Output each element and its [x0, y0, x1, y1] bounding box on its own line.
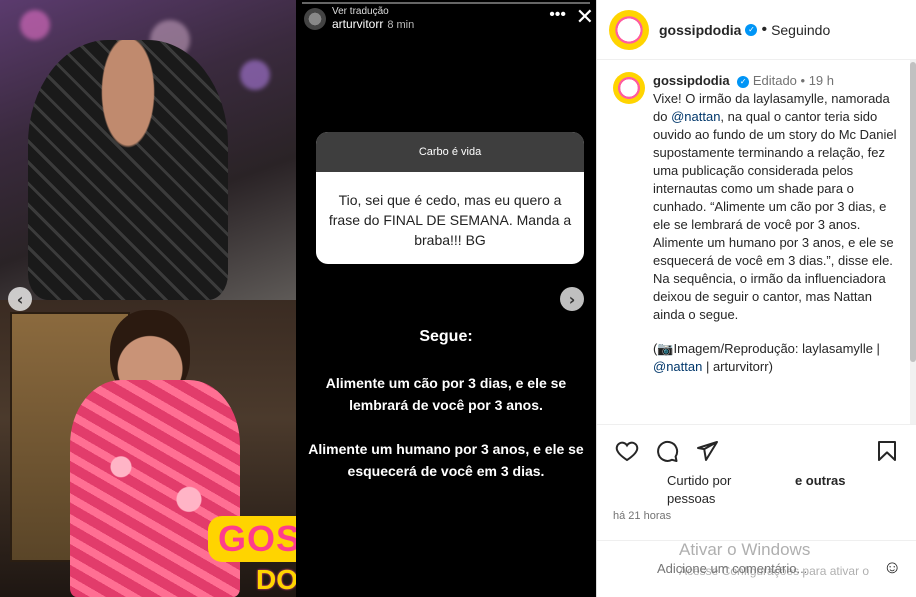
- question-box: Carbo é vida Tio, sei que é cedo, mas eu…: [316, 132, 584, 264]
- bookmark-icon[interactable]: [873, 437, 901, 465]
- prev-button[interactable]: ‹: [8, 287, 32, 311]
- credits-1: (📷Imagem/Reprodução: laylasamylle |: [653, 341, 880, 356]
- emoji-icon[interactable]: ☺: [883, 557, 901, 578]
- question-text: Tio, sei que é cedo, mas eu quero a fras…: [328, 192, 572, 248]
- story-username: arturvitorr: [332, 17, 384, 31]
- likes-summary: Curtido por e outras pessoas: [613, 472, 903, 508]
- header-separator: •: [761, 20, 768, 38]
- caption-verified-icon: ✓: [737, 75, 750, 88]
- question-header: Carbo é vida: [316, 132, 584, 172]
- next-button[interactable]: ›: [560, 287, 584, 311]
- story-avatar: [304, 7, 326, 30]
- action-bar: [597, 424, 916, 476]
- story-time: 8 min: [387, 19, 415, 31]
- caption-avatar[interactable]: [613, 72, 645, 104]
- heart-icon[interactable]: [613, 437, 641, 465]
- caption-username[interactable]: gossipdodia: [653, 73, 730, 88]
- post-panel: gossipdodia ✓ • Seguindo gossipdodia ✓ E…: [596, 0, 916, 597]
- mention-nattan-2[interactable]: @nattan: [653, 359, 702, 374]
- caption-area: gossipdodia ✓ Editado • 19 h Vixe! O irm…: [597, 60, 916, 424]
- header-username[interactable]: gossipdodia: [659, 22, 741, 38]
- story-segue: Segue:: [419, 328, 473, 345]
- scrollbar-thumb[interactable]: [910, 62, 916, 362]
- post-timestamp[interactable]: há 21 horas: [613, 510, 671, 522]
- likes-prefix: Curtido por: [667, 473, 732, 488]
- story-screenshot: Ver tradução arturvitorr 8 min ••• ✕ Carb…: [296, 0, 596, 597]
- photo-woman: [0, 0, 296, 300]
- story-more-icon: •••: [549, 6, 566, 23]
- likes-suffix[interactable]: pessoas: [667, 491, 715, 506]
- story-quote-1: Alimente um cão por 3 dias, e ele se lem…: [325, 375, 567, 413]
- caption: gossipdodia ✓ Editado • 19 h Vixe! O irm…: [653, 73, 897, 374]
- following-button[interactable]: Seguindo: [771, 22, 830, 38]
- woman-figure: [28, 40, 228, 300]
- edited-label: Editado: [752, 73, 797, 88]
- story-user: Ver tradução arturvitorr 8 min: [304, 6, 414, 31]
- share-icon[interactable]: [693, 437, 721, 465]
- comment-input[interactable]: [657, 561, 877, 576]
- caption-time: 19 h: [808, 73, 835, 88]
- avatar[interactable]: [609, 9, 649, 50]
- likes-others[interactable]: e outras: [795, 473, 846, 488]
- post-modal: GOSSIP DO DIA Ver tradução arturvitorr8 …: [0, 0, 916, 597]
- comment-bar: ☺: [597, 540, 916, 597]
- post-header: gossipdodia ✓ • Seguindo: [597, 0, 916, 60]
- caption-text-2: , na qual o cantor teria sido ouvido ao …: [653, 109, 897, 322]
- verified-icon: ✓: [745, 23, 758, 36]
- story-progress: [302, 2, 590, 4]
- comment-icon[interactable]: [653, 437, 681, 465]
- close-icon: ✕: [575, 4, 594, 29]
- story-quote-2: Alimente um humano por 3 anos, e ele se …: [308, 441, 584, 479]
- credits-2: | arturvitorr): [702, 359, 773, 374]
- post-media[interactable]: GOSSIP DO DIA Ver tradução arturvitorr8 …: [0, 0, 596, 597]
- mention-nattan[interactable]: @nattan: [671, 109, 720, 124]
